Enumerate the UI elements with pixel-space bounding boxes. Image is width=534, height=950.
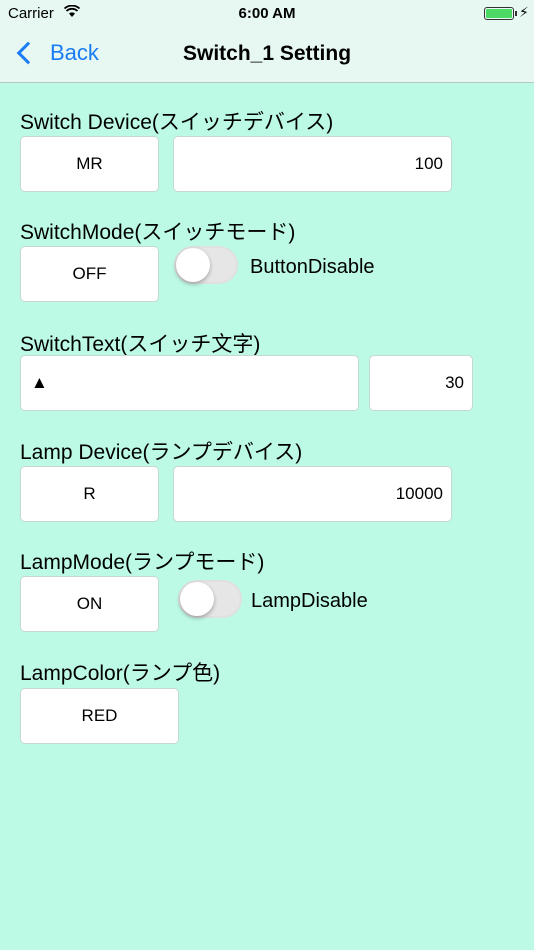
switch-text-value: ▲ — [31, 373, 48, 392]
lamp-color-label: LampColor(ランプ色) — [20, 662, 221, 685]
navigation-bar: Back Switch_1 Setting — [0, 28, 534, 82]
switch-text-label: SwitchText(スイッチ文字) — [20, 333, 261, 356]
switch-mode-value: OFF — [72, 264, 107, 283]
page-title: Switch_1 Setting — [182, 42, 352, 65]
lamp-disable-toggle[interactable] — [178, 580, 242, 618]
status-bar: Carrier 6:00 AM ⚡ — [0, 0, 534, 28]
switch-text-field[interactable]: ▲ — [20, 355, 359, 411]
switch-device-type-value: MR — [76, 154, 103, 173]
switch-text-size-value: 30 — [445, 373, 464, 392]
switch-device-number-value: 100 — [414, 154, 443, 173]
switch-device-number-field[interactable]: 100 — [173, 136, 452, 192]
toggle-knob — [180, 582, 214, 616]
switch-device-label: Switch Device(スイッチデバイス) — [20, 111, 334, 134]
button-disable-toggle[interactable] — [174, 246, 238, 284]
lamp-device-type-value: R — [83, 484, 96, 503]
button-disable-label: ButtonDisable — [250, 256, 375, 278]
lamp-mode-label: LampMode(ランプモード) — [20, 551, 265, 574]
lamp-disable-label: LampDisable — [251, 590, 368, 612]
switch-mode-label: SwitchMode(スイッチモード) — [20, 221, 296, 244]
lamp-color-value: RED — [81, 706, 118, 725]
top-bar: Carrier 6:00 AM ⚡ Back Switch_1 Setting — [0, 0, 534, 83]
toggle-knob — [176, 248, 210, 282]
switch-text-size-field[interactable]: 30 — [369, 355, 473, 411]
clock: 6:00 AM — [238, 5, 296, 22]
switch-device-type-button[interactable]: MR — [20, 136, 159, 192]
lamp-device-number-field[interactable]: 10000 — [173, 466, 452, 522]
lamp-color-button[interactable]: RED — [20, 688, 179, 744]
lamp-device-type-button[interactable]: R — [20, 466, 159, 522]
switch-mode-button[interactable]: OFF — [20, 246, 159, 302]
lamp-device-number-value: 10000 — [395, 484, 443, 503]
lamp-mode-button[interactable]: ON — [20, 576, 159, 632]
lamp-mode-value: ON — [76, 594, 103, 613]
battery-icon — [484, 7, 517, 20]
lamp-device-label: Lamp Device(ランプデバイス) — [20, 441, 303, 464]
charging-icon: ⚡ — [519, 4, 529, 20]
